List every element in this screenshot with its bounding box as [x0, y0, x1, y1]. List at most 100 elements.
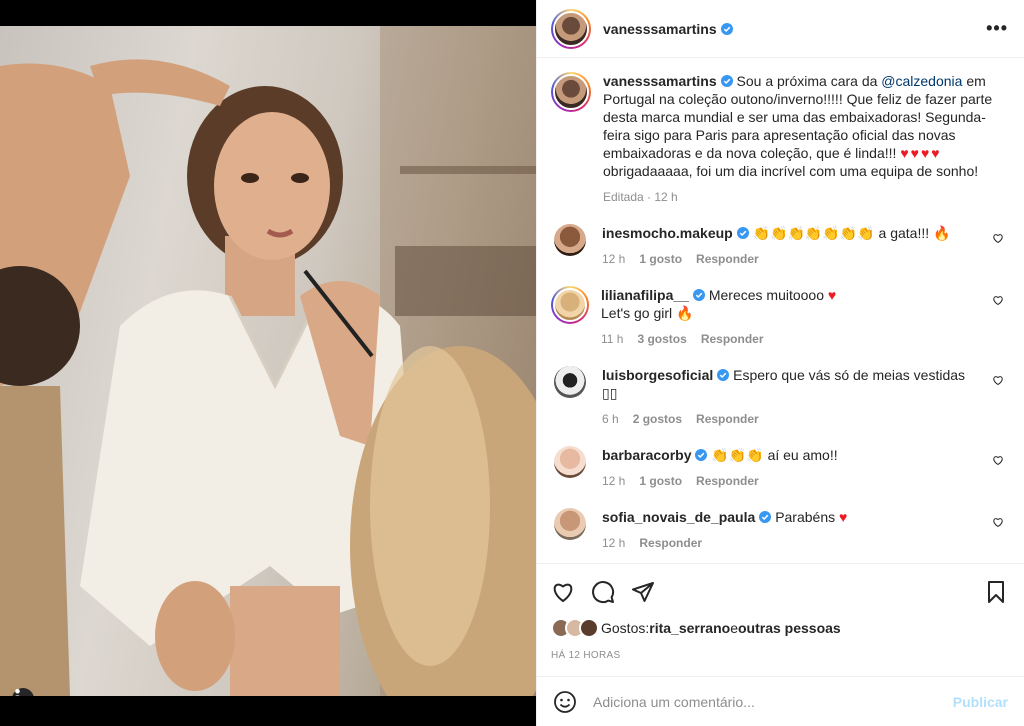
comment-avatar[interactable] — [554, 446, 586, 478]
heart-icon[interactable] — [992, 294, 1004, 306]
comment-meta: 6 h 2 gostos Responder — [602, 410, 982, 428]
liker-avatar — [579, 618, 599, 638]
heart-emoji: ♥ — [827, 287, 837, 303]
author-avatar[interactable] — [551, 8, 591, 49]
comment-time: 6 h — [602, 412, 619, 426]
verified-badge-icon — [759, 511, 772, 523]
heart-icon[interactable] — [992, 374, 1004, 386]
comment-text: a gata!!! — [878, 225, 930, 241]
caption-text-1: Sou a próxima cara da — [736, 73, 882, 89]
share-icon[interactable] — [631, 580, 655, 604]
add-comment-bar: Publicar — [537, 676, 1024, 726]
caption-avatar[interactable] — [551, 72, 591, 112]
comment-username[interactable]: lilianafilipa__ — [601, 287, 689, 303]
verified-badge-icon — [720, 22, 733, 35]
comments-list[interactable]: vanesssamartins Sou a próxima cara da @c… — [537, 58, 1024, 563]
comment-item: inesmocho.makeup 👏👏👏👏👏👏👏 a gata!!! 🔥 12 … — [551, 224, 1008, 268]
comment-body: lilianafilipa__ Mereces muitoooo ♥ Let's… — [601, 286, 981, 348]
heart-icon[interactable] — [992, 454, 1004, 466]
bookmark-icon[interactable] — [984, 580, 1008, 604]
post-time: HÁ 12 HORAS — [551, 650, 621, 661]
heart-icon[interactable] — [551, 580, 575, 604]
post-photo[interactable] — [0, 26, 536, 696]
comment-meta: 12 h Responder — [602, 534, 982, 552]
comment-avatar[interactable] — [554, 508, 586, 540]
author-name-wrap: vanesssamartins — [603, 21, 733, 37]
caption-meta: Editada · 12 h — [603, 190, 678, 204]
more-options-icon[interactable]: ••• — [986, 18, 1008, 39]
comment-avatar[interactable] — [551, 286, 589, 324]
comment-time: 12 h — [602, 252, 626, 266]
comment-avatar[interactable] — [554, 224, 586, 256]
comment-time: 11 h — [601, 332, 624, 346]
likes-middle: e — [730, 620, 738, 636]
publish-button[interactable]: Publicar — [953, 694, 1008, 710]
comment-item: luisborgesoficial Espero que vás só de m… — [551, 366, 1008, 428]
post-side-panel: vanesssamartins ••• vanesssamartins Sou … — [536, 0, 1024, 726]
comment-text: Espero que vás só de meias vestidas — [733, 367, 966, 383]
clap-emoji: 👏👏👏 — [711, 447, 764, 463]
comment-username[interactable]: luisborgesoficial — [602, 367, 713, 383]
comment-item: barbaracorby 👏👏👏 aí eu amo!! 12 h 1 gost… — [551, 446, 1008, 490]
comment-text: aí eu amo!! — [767, 447, 838, 463]
reply-button[interactable]: Responder — [696, 472, 759, 490]
caption-body: vanesssamartins Sou a próxima cara da @c… — [603, 72, 993, 206]
comment-time: 12 h — [602, 536, 626, 550]
caption: vanesssamartins Sou a próxima cara da @c… — [551, 72, 1008, 206]
heart-emoji: ♥♥♥♥ — [900, 145, 942, 161]
comment-username[interactable]: inesmocho.makeup — [602, 225, 733, 241]
likes-summary: Gostos: rita_serrano e outras pessoas — [551, 618, 1008, 638]
verified-badge-icon — [695, 449, 708, 461]
liker-avatars — [551, 618, 599, 638]
comment-likes[interactable]: 1 gosto — [639, 472, 682, 490]
comment-likes[interactable]: 1 gosto — [639, 250, 682, 268]
photo-illustration — [0, 26, 536, 696]
caption-username[interactable]: vanesssamartins — [603, 73, 717, 89]
verified-badge-icon — [717, 369, 730, 381]
reply-button[interactable]: Responder — [696, 250, 759, 268]
mention-link[interactable]: @calzedonia — [881, 73, 962, 89]
comment-avatar[interactable] — [554, 366, 586, 398]
comment-likes[interactable]: 3 gostos — [637, 330, 686, 348]
heart-icon[interactable] — [992, 232, 1004, 244]
heart-icon[interactable] — [992, 516, 1004, 528]
comment-item: sofia_novais_de_paula Parabéns ♥ 12 h Re… — [551, 508, 1008, 552]
user-icon — [15, 688, 20, 696]
fire-emoji: 🔥 — [676, 305, 694, 321]
post-header: vanesssamartins ••• — [537, 0, 1024, 58]
comment-body: barbaracorby 👏👏👏 aí eu amo!! 12 h 1 gost… — [602, 446, 982, 490]
caption-text-3: obrigadaaaaa, foi um dia incrível com um… — [603, 163, 979, 179]
comment-body: sofia_novais_de_paula Parabéns ♥ 12 h Re… — [602, 508, 982, 552]
comment-username[interactable]: sofia_novais_de_paula — [602, 509, 755, 525]
missing-glyph-emoji: ▯▯ — [602, 385, 618, 401]
post-photo-pane — [0, 0, 536, 726]
comment-text: Parabéns — [775, 509, 836, 525]
likes-others[interactable]: outras pessoas — [738, 620, 841, 636]
reply-button[interactable]: Responder — [701, 330, 764, 348]
comment-body: inesmocho.makeup 👏👏👏👏👏👏👏 a gata!!! 🔥 12 … — [602, 224, 982, 268]
post-actions: Gostos: rita_serrano e outras pessoas HÁ… — [537, 563, 1024, 661]
comment-icon[interactable] — [591, 580, 615, 604]
comment-item: lilianafilipa__ Mereces muitoooo ♥ Let's… — [551, 286, 1008, 348]
comment-input[interactable] — [593, 693, 953, 710]
comment-meta: 11 h 3 gostos Responder — [601, 330, 981, 348]
comment-meta: 12 h 1 gosto Responder — [602, 472, 982, 490]
author-username[interactable]: vanesssamartins — [603, 21, 717, 37]
liker-username[interactable]: rita_serrano — [649, 620, 730, 636]
comment-text-2: Let's go girl — [601, 305, 673, 321]
comment-time: 12 h — [602, 474, 626, 488]
comment-text: Mereces muitoooo — [708, 287, 824, 303]
reply-button[interactable]: Responder — [696, 410, 759, 428]
likes-prefix: Gostos: — [601, 620, 650, 636]
fire-emoji: 🔥 — [933, 225, 951, 241]
verified-badge-icon — [720, 75, 733, 87]
reply-button[interactable]: Responder — [639, 534, 702, 552]
comment-meta: 12 h 1 gosto Responder — [602, 250, 982, 268]
heart-emoji: ♥ — [839, 509, 848, 525]
comment-likes[interactable]: 2 gostos — [633, 410, 682, 428]
clap-emoji: 👏👏👏👏👏👏👏 — [752, 225, 875, 241]
comment-body: luisborgesoficial Espero que vás só de m… — [602, 366, 982, 428]
verified-badge-icon — [736, 227, 749, 239]
comment-username[interactable]: barbaracorby — [602, 447, 691, 463]
smile-icon[interactable] — [553, 690, 577, 714]
